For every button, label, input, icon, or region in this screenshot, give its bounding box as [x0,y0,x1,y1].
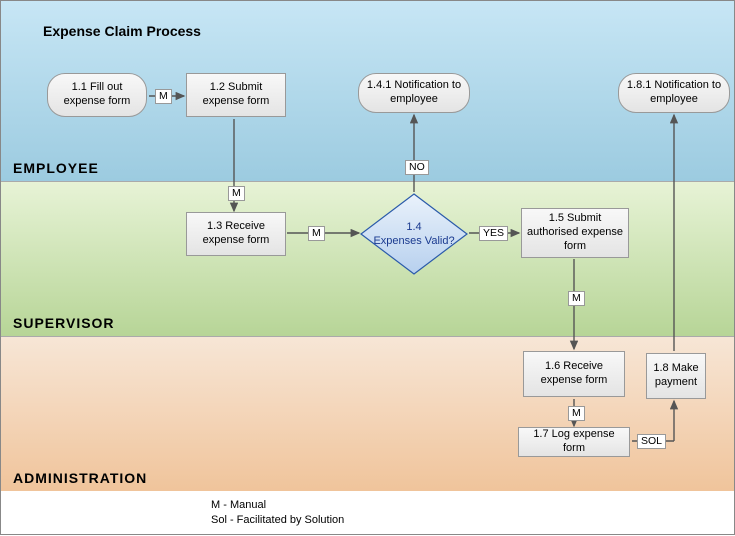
edge-label-m-4: M [568,291,585,306]
node-1-5: 1.5 Submit authorised expense form [521,208,629,258]
node-1-4-1: 1.4.1 Notification to employee [358,73,470,113]
node-1-2: 1.2 Submit expense form [186,73,286,117]
lane-label-employee: EMPLOYEE [13,160,99,176]
node-1-7: 1.7 Log expense form [518,427,630,457]
expense-claim-diagram: EMPLOYEE SUPERVISOR ADMINISTRATION Expen… [0,0,735,535]
node-1-4: 1.4 Expenses Valid? [359,192,469,276]
legend-solution: Sol - Facilitated by Solution [211,513,344,528]
edge-label-yes: YES [479,226,508,241]
edge-label-no: NO [405,160,429,175]
diagram-title: Expense Claim Process [43,23,201,39]
legend-manual: M - Manual [211,498,344,513]
edge-label-m-3: M [308,226,325,241]
node-1-3: 1.3 Receive expense form [186,212,286,256]
edge-label-m-1: M [155,89,172,104]
edge-label-sol: SOL [637,434,666,449]
node-1-8: 1.8 Make payment [646,353,706,399]
edge-label-m-2: M [228,186,245,201]
lane-label-supervisor: SUPERVISOR [13,315,115,331]
node-1-1: 1.1 Fill out expense form [47,73,147,117]
node-1-8-1: 1.8.1 Notification to employee [618,73,730,113]
decision-number: 1.4 [359,220,469,234]
lane-label-administration: ADMINISTRATION [13,470,147,486]
edge-label-m-5: M [568,406,585,421]
decision-text: Expenses Valid? [359,234,469,248]
node-1-6: 1.6 Receive expense form [523,351,625,397]
legend: M - Manual Sol - Facilitated by Solution [211,498,344,529]
